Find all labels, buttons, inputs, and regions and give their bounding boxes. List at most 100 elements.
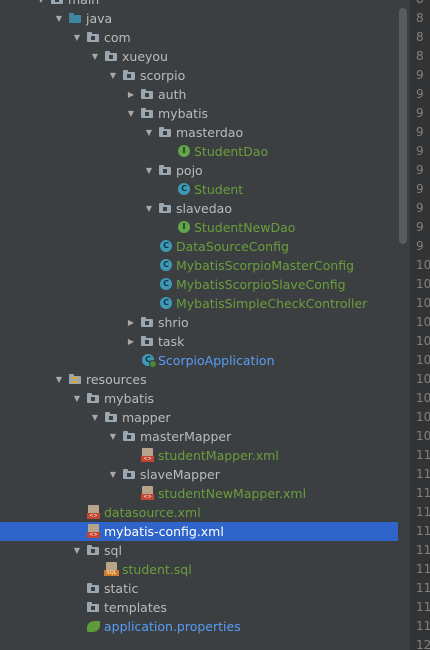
line-number: 10 <box>416 353 430 367</box>
expanded-arrow-icon[interactable]: ▼ <box>126 104 136 123</box>
line-number: 9 <box>416 201 424 215</box>
expanded-arrow-icon[interactable]: ▼ <box>90 47 100 66</box>
line-number: 9 <box>416 144 424 158</box>
line-number: 11 <box>416 448 430 462</box>
tree-scrollbar[interactable] <box>399 8 407 244</box>
collapsed-arrow-icon[interactable]: ▶ <box>126 332 136 351</box>
tree-item[interactable]: ▶ auth <box>0 85 398 104</box>
tree-item-label: Student <box>194 182 244 197</box>
tree-item-label: slavedao <box>176 201 232 216</box>
tree-item[interactable]: application.properties <box>0 617 398 636</box>
expanded-arrow-icon[interactable]: ▼ <box>54 9 64 28</box>
tree-item[interactable]: ▼ slavedao <box>0 199 398 218</box>
tree-item[interactable]: mybatis-config.xml <box>0 522 398 541</box>
line-number: 11 <box>416 505 430 519</box>
tree-item[interactable]: student.sql <box>0 560 398 579</box>
expanded-arrow-icon[interactable]: ▼ <box>54 370 64 389</box>
tree-item[interactable]: ▼ java <box>0 9 398 28</box>
tree-item[interactable]: static <box>0 579 398 598</box>
package-icon <box>140 85 156 104</box>
expanded-arrow-icon[interactable]: ▼ <box>108 66 118 85</box>
tree-item[interactable]: I StudentNewDao <box>0 218 398 237</box>
package-icon <box>86 28 102 47</box>
line-number: 9 <box>416 182 424 196</box>
tree-item[interactable]: ▼ masterMapper <box>0 427 398 446</box>
tree-item-label: pojo <box>176 163 203 178</box>
line-number: 9 <box>416 220 424 234</box>
expanded-arrow-icon[interactable]: ▼ <box>108 465 118 484</box>
line-number: 10 <box>416 391 430 405</box>
tree-item[interactable]: templates <box>0 598 398 617</box>
tree-item-label: templates <box>104 600 167 615</box>
tree-item[interactable]: ▼ resources <box>0 370 398 389</box>
package-icon <box>140 332 156 351</box>
tree-item-label: MybatisScorpioMasterConfig <box>176 258 355 273</box>
tree-item[interactable]: ▶ task <box>0 332 398 351</box>
tree-item[interactable]: ▼ scorpio <box>0 66 398 85</box>
tree-item-label: mybatis-config.xml <box>104 524 224 539</box>
tree-item-label: java <box>86 11 113 26</box>
tree-item[interactable]: ▼ mapper <box>0 408 398 427</box>
folder-icon <box>86 389 102 408</box>
tree-item-label: StudentNewDao <box>194 220 296 235</box>
tree-item[interactable]: ▼ slaveMapper <box>0 465 398 484</box>
line-number: 8 <box>416 49 424 63</box>
tree-item-label: datasource.xml <box>104 505 201 520</box>
tree-item[interactable]: C ScorpioApplication <box>0 351 398 370</box>
package-icon <box>158 161 174 180</box>
line-number: 8 <box>416 11 424 25</box>
expanded-arrow-icon[interactable]: ▼ <box>72 389 82 408</box>
tree-item-label: scorpio <box>140 68 186 83</box>
line-number: 10 <box>416 296 430 310</box>
tree-item[interactable]: ▼ mybatis <box>0 389 398 408</box>
expanded-arrow-icon[interactable]: ▼ <box>108 427 118 446</box>
interface-icon: I <box>176 142 192 161</box>
tree-item-label: main <box>68 0 99 9</box>
tree-item[interactable]: studentMapper.xml <box>0 446 398 465</box>
tree-item-label: xueyou <box>122 49 168 64</box>
tree-item[interactable]: C MybatisScorpioSlaveConfig <box>0 275 398 294</box>
expanded-arrow-icon[interactable]: ▼ <box>144 199 154 218</box>
folder-icon <box>104 408 120 427</box>
line-number: 11 <box>416 581 430 595</box>
line-number: 8 <box>410 0 430 9</box>
line-number: 11 <box>416 600 430 614</box>
tree-item[interactable]: ▼ xueyou <box>0 47 398 66</box>
tree-item[interactable]: C Student <box>0 180 398 199</box>
tree-item[interactable]: studentNewMapper.xml <box>0 484 398 503</box>
tree-item[interactable]: C MybatisSimpleCheckController <box>0 294 398 313</box>
collapsed-arrow-icon[interactable]: ▶ <box>126 313 136 332</box>
expanded-arrow-icon[interactable]: ▼ <box>90 408 100 427</box>
tree-item[interactable]: ▼ com <box>0 28 398 47</box>
class-icon: C <box>158 294 174 313</box>
tree-item[interactable]: C DataSourceConfig <box>0 237 398 256</box>
line-number: 11 <box>416 619 430 633</box>
collapsed-arrow-icon[interactable]: ▶ <box>126 85 136 104</box>
tree-item-label: mybatis <box>104 391 155 406</box>
expanded-arrow-icon[interactable]: ▼ <box>72 28 82 47</box>
tree-item[interactable]: datasource.xml <box>0 503 398 522</box>
expanded-arrow-icon[interactable]: ▼ <box>36 0 46 9</box>
tree-item[interactable]: ▼ sql <box>0 541 398 560</box>
tree-item-label: ScorpioApplication <box>158 353 275 368</box>
tree-item[interactable]: ▶ shrio <box>0 313 398 332</box>
xml-file-icon <box>86 503 102 522</box>
tree-item-label: static <box>104 581 139 596</box>
tree-item-label: masterdao <box>176 125 244 140</box>
source-folder-icon <box>68 9 84 28</box>
tree-item[interactable]: ▼ main <box>0 0 398 9</box>
tree-item[interactable]: ▼ mybatis <box>0 104 398 123</box>
expanded-arrow-icon[interactable]: ▼ <box>144 123 154 142</box>
expanded-arrow-icon[interactable]: ▼ <box>72 541 82 560</box>
line-number: 8 <box>416 30 424 44</box>
line-number: 11 <box>416 486 430 500</box>
package-icon <box>140 313 156 332</box>
package-icon <box>104 47 120 66</box>
expanded-arrow-icon[interactable]: ▼ <box>144 161 154 180</box>
tree-item[interactable]: ▼ masterdao <box>0 123 398 142</box>
spring-application-icon: C <box>140 351 157 370</box>
tree-item[interactable]: I StudentDao <box>0 142 398 161</box>
tree-item[interactable]: C MybatisScorpioMasterConfig <box>0 256 398 275</box>
tree-item-label: student.sql <box>122 562 192 577</box>
tree-item[interactable]: ▼ pojo <box>0 161 398 180</box>
